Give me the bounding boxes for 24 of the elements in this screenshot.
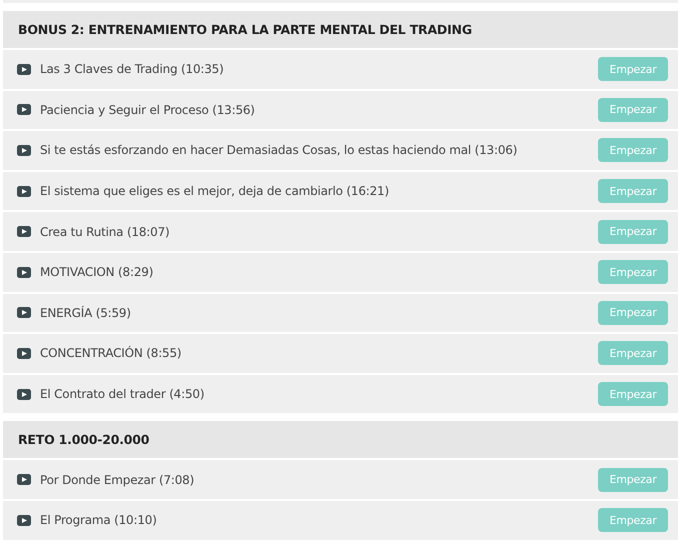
play-icon — [17, 514, 31, 526]
play-icon — [17, 348, 31, 359]
play-icon — [17, 388, 31, 400]
play-icon — [17, 186, 31, 197]
lesson-title[interactable]: El Contrato del trader (4:50) — [40, 387, 598, 402]
lesson-title[interactable]: El Programa (10:10) — [40, 513, 598, 528]
lesson-title[interactable]: Por Donde Empezar (7:08) — [40, 472, 598, 487]
play-icon — [17, 266, 31, 278]
section-title: RETO 1.000-20.000 — [18, 432, 150, 448]
play-icon — [17, 226, 31, 238]
lesson-title[interactable]: Las 3 Claves de Trading (10:35) — [40, 62, 598, 76]
play-icon — [17, 104, 31, 116]
lesson-title[interactable]: Crea tu Rutina (18:07) — [40, 224, 598, 239]
play-icon — [17, 307, 31, 318]
lesson-title[interactable]: El sistema que eliges es el mejor, deja de cambiarlo (16:21) — [40, 184, 598, 198]
play-icon — [17, 144, 31, 156]
section-title: BONUS 2: ENTRENAMIENTO PARA LA PARTE MENTAL DEL TRADING — [18, 22, 472, 37]
play-icon — [17, 64, 31, 75]
lesson-title[interactable]: MOTIVACION (8:29) — [40, 265, 598, 280]
lesson-title[interactable]: Si te estás esforzando en hacer Demasiadas Cosas, lo estas haciendo mal (13:06) — [40, 143, 598, 158]
lesson-title[interactable]: ENERGÍA (5:59) — [40, 306, 598, 320]
play-icon — [17, 474, 31, 486]
lesson-title[interactable]: Paciencia y Seguir el Proceso (13:56) — [40, 102, 598, 117]
lesson-title[interactable]: CONCENTRACIÓN (8:55) — [40, 346, 598, 360]
